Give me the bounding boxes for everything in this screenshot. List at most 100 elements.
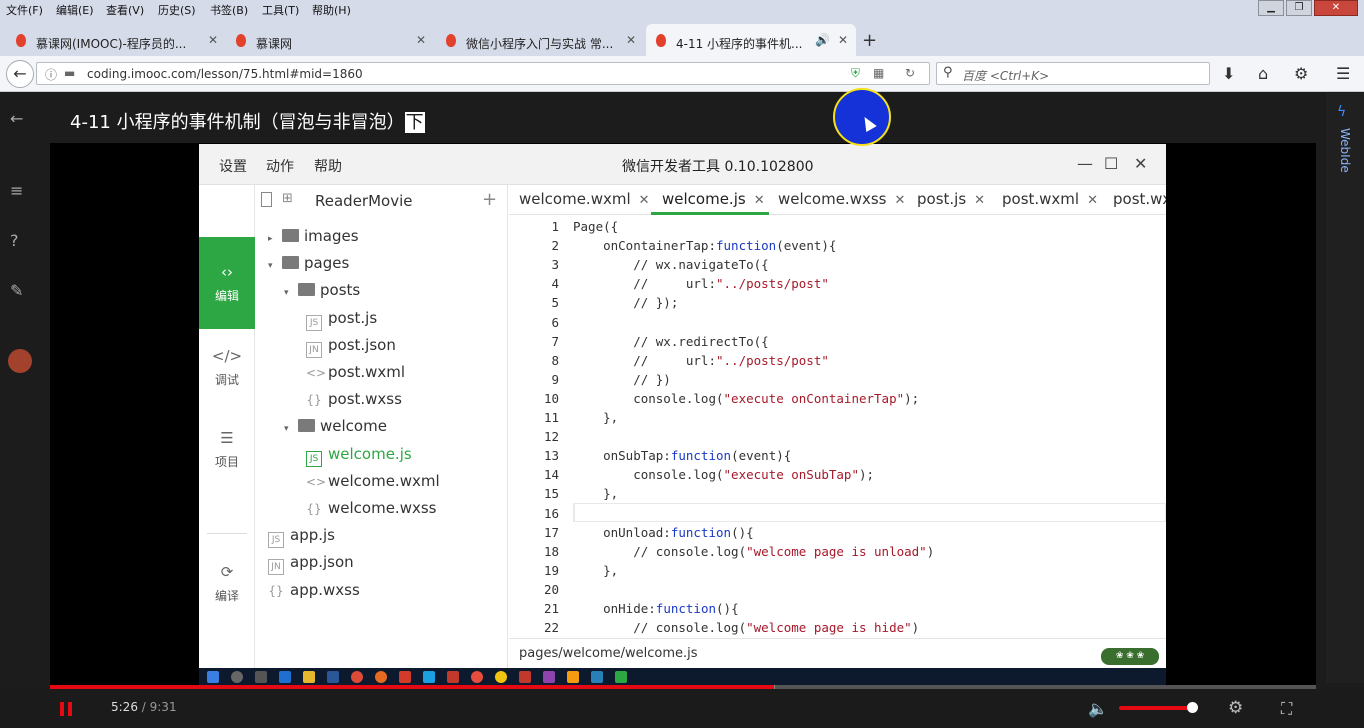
tab-close-icon[interactable]: ✕ [416, 33, 426, 47]
code-line[interactable]: onUnload:function(){ [573, 525, 754, 540]
caret-icon[interactable]: ▾ [268, 261, 282, 271]
code-line[interactable]: console.log("execute onContainerTap"); [573, 391, 919, 406]
webide-label[interactable]: WebIde [1338, 128, 1352, 173]
code-line[interactable]: onSubTap:function(event){ [573, 448, 791, 463]
hamburger-menu-icon[interactable]: ☰ [1336, 64, 1350, 83]
user-avatar[interactable] [8, 349, 32, 373]
rail-debug[interactable]: </> 调试 [199, 347, 255, 388]
new-tab-button[interactable]: + [862, 30, 877, 51]
editor-tab[interactable]: welcome.wxss ✕ [778, 190, 905, 208]
tree-file[interactable]: JN post.json [306, 336, 396, 358]
code-line[interactable]: }, [573, 563, 618, 578]
editor-tab-active[interactable]: welcome.js ✕ [662, 190, 765, 208]
reload-icon[interactable]: ↻ [905, 66, 915, 80]
tab-close-icon[interactable]: ✕ [838, 33, 848, 47]
tree-folder[interactable]: ▸ images [268, 227, 359, 245]
code-line[interactable]: }, [573, 410, 618, 425]
tree-folder[interactable]: ▾ welcome [284, 417, 387, 435]
editor-tab[interactable]: post.wx [1113, 190, 1166, 208]
volume-slider[interactable] [1119, 706, 1193, 710]
rail-project[interactable]: ☰ 项目 [199, 429, 255, 470]
fullscreen-icon[interactable]: ⛶ [1281, 699, 1292, 719]
menu-bookmarks[interactable]: 书签(B) [210, 2, 248, 18]
browser-tab-active[interactable]: 4-11 小程序的事件机... 🔊 ✕ [646, 24, 856, 56]
code-line[interactable]: // console.log("welcome page is unload") [573, 544, 934, 559]
editor-tab[interactable]: post.wxml ✕ [1002, 190, 1098, 208]
tab-close-icon[interactable]: ✕ [974, 193, 985, 208]
volume-knob[interactable] [1187, 702, 1198, 713]
menu-history[interactable]: 历史(S) [158, 2, 196, 18]
ide-menu-settings[interactable]: 设置 [219, 156, 247, 176]
home-icon[interactable]: ⌂ [1258, 64, 1268, 83]
editor-tab[interactable]: post.js ✕ [917, 190, 985, 208]
tree-folder[interactable]: ▾ posts [284, 281, 360, 299]
code-line[interactable]: // wx.redirectTo({ [573, 334, 768, 349]
menu-file[interactable]: 文件(F) [6, 2, 43, 18]
menu-tools[interactable]: 工具(T) [262, 2, 299, 18]
search-box[interactable]: ⚲ 百度 <Ctrl+K> [936, 62, 1210, 85]
editor-tab[interactable]: welcome.wxml ✕ [519, 190, 650, 208]
code-line[interactable]: // wx.navigateTo({ [573, 257, 768, 272]
question-icon[interactable]: ? [10, 231, 19, 250]
info-icon[interactable]: ⓘ [45, 66, 57, 83]
tree-file[interactable]: JS welcome.js [306, 445, 412, 467]
chapter-list-icon[interactable]: ≡ [10, 181, 23, 200]
menu-help[interactable]: 帮助(H) [312, 2, 351, 18]
download-icon[interactable]: ⬇ [1222, 64, 1235, 83]
rail-edit[interactable]: ‹› 编辑 [199, 237, 255, 329]
code-line[interactable]: // url:"../posts/post" [573, 353, 829, 368]
tree-file[interactable]: {} app.wxss [268, 581, 359, 599]
close-window-button[interactable]: ✕ [1314, 0, 1358, 16]
tab-close-icon[interactable]: ✕ [626, 33, 636, 47]
file-view-icon[interactable] [261, 192, 272, 207]
caret-icon[interactable]: ▾ [284, 424, 298, 434]
browser-tab[interactable]: 慕课网 ✕ [226, 24, 434, 56]
speaker-icon[interactable]: 🔊 [815, 33, 830, 47]
back-button[interactable]: ← [6, 60, 34, 88]
code-line[interactable]: // url:"../posts/post" [573, 276, 829, 291]
back-arrow-icon[interactable]: ← [10, 109, 23, 128]
pause-icon[interactable] [60, 702, 74, 716]
ide-maximize-icon[interactable]: ☐ [1104, 154, 1118, 173]
tab-close-icon[interactable]: ✕ [754, 193, 765, 208]
code-line[interactable]: // }); [573, 295, 678, 310]
ide-minimize-icon[interactable]: — [1077, 154, 1093, 173]
code-line[interactable]: onHide:function(){ [573, 601, 739, 616]
ide-close-icon[interactable]: ✕ [1134, 154, 1147, 173]
note-pencil-icon[interactable]: ✎ [10, 281, 23, 300]
tree-file[interactable]: {} post.wxss [306, 390, 402, 408]
settings-icon[interactable]: ⚙ [1294, 64, 1308, 83]
ide-menu-help[interactable]: 帮助 [314, 156, 342, 176]
tree-file[interactable]: <> post.wxml [306, 363, 405, 381]
code-line[interactable]: }, [573, 486, 618, 501]
reader-icon[interactable]: ▬ [64, 66, 75, 80]
tree-file[interactable]: JN app.json [268, 553, 354, 576]
minimize-button[interactable]: ▁ [1258, 0, 1284, 16]
code-area[interactable]: Page({ onContainerTap:function(event){ /… [573, 215, 1166, 649]
tab-close-icon[interactable]: ✕ [1087, 193, 1098, 208]
ide-menu-actions[interactable]: 动作 [266, 156, 294, 176]
code-line[interactable]: // console.log("welcome page is hide") [573, 620, 919, 635]
menu-view[interactable]: 查看(V) [106, 2, 144, 18]
shield-icon[interactable]: ⛨ [851, 66, 860, 81]
add-file-icon[interactable]: + [482, 189, 497, 210]
menu-edit[interactable]: 编辑(E) [56, 2, 94, 18]
tree-folder[interactable]: ▾ pages [268, 254, 349, 272]
browser-tab[interactable]: 微信小程序入门与实战 常... ✕ [436, 24, 644, 56]
tree-file[interactable]: <> welcome.wxml [306, 472, 440, 490]
browser-tab[interactable]: 慕课网(IMOOC)-程序员的... ✕ [6, 24, 226, 56]
tree-file[interactable]: JS app.js [268, 526, 335, 549]
code-line[interactable]: Page({ [573, 219, 618, 234]
webide-logo-icon[interactable]: ϟ [1337, 104, 1346, 120]
code-line[interactable]: // }) [573, 372, 671, 387]
rail-compile[interactable]: ⟳ 编译 [199, 563, 255, 604]
address-bar[interactable]: ⓘ ▬ coding.imooc.com/lesson/75.html#mid=… [36, 62, 930, 85]
caret-icon[interactable]: ▸ [268, 234, 282, 244]
settings-gear-icon[interactable]: ⚙ [1228, 698, 1243, 718]
tree-file[interactable]: JS post.js [306, 309, 377, 331]
qr-code-icon[interactable]: ▦ [873, 66, 884, 80]
tab-close-icon[interactable]: ✕ [208, 33, 218, 47]
tree-file[interactable]: {} welcome.wxss [306, 499, 436, 517]
code-line[interactable]: console.log("execute onSubTap"); [573, 467, 874, 482]
tab-close-icon[interactable]: ✕ [639, 193, 650, 208]
